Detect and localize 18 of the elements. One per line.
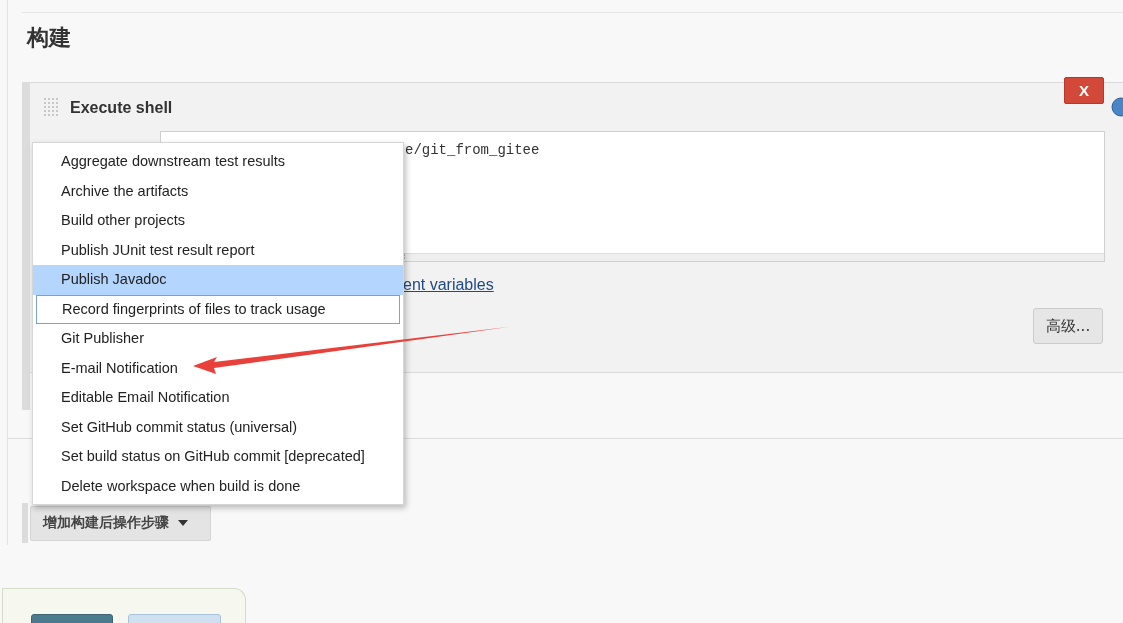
menu-item[interactable]: Editable Email Notification	[33, 383, 403, 413]
delete-button[interactable]: X	[1064, 77, 1104, 104]
menu-item[interactable]: E-mail Notification	[33, 353, 403, 383]
menu-item[interactable]: Set build status on GitHub commit [deprecated]	[33, 442, 403, 472]
menu-item[interactable]: Publish Javadoc	[33, 265, 403, 295]
step-title: Execute shell	[70, 99, 173, 117]
menu-item[interactable]: Delete workspace when build is done	[33, 471, 403, 501]
env-variables-link[interactable]: ent variables	[403, 276, 494, 293]
menu-item[interactable]: Record fingerprints of files to track usage	[36, 294, 400, 324]
advanced-button[interactable]: 高级...	[1033, 308, 1103, 344]
drag-handle-icon[interactable]	[44, 98, 60, 118]
caret-icon	[178, 520, 188, 526]
section-title: 构建	[27, 24, 72, 52]
step-side-bar	[22, 503, 28, 543]
menu-item[interactable]: Git Publisher	[33, 324, 403, 354]
command-text: e/git_from_gitee	[405, 142, 540, 158]
add-post-build-step-button[interactable]: 增加构建后操作步骤	[30, 505, 211, 541]
menu-item[interactable]: Set GitHub commit status (universal)	[33, 412, 403, 442]
